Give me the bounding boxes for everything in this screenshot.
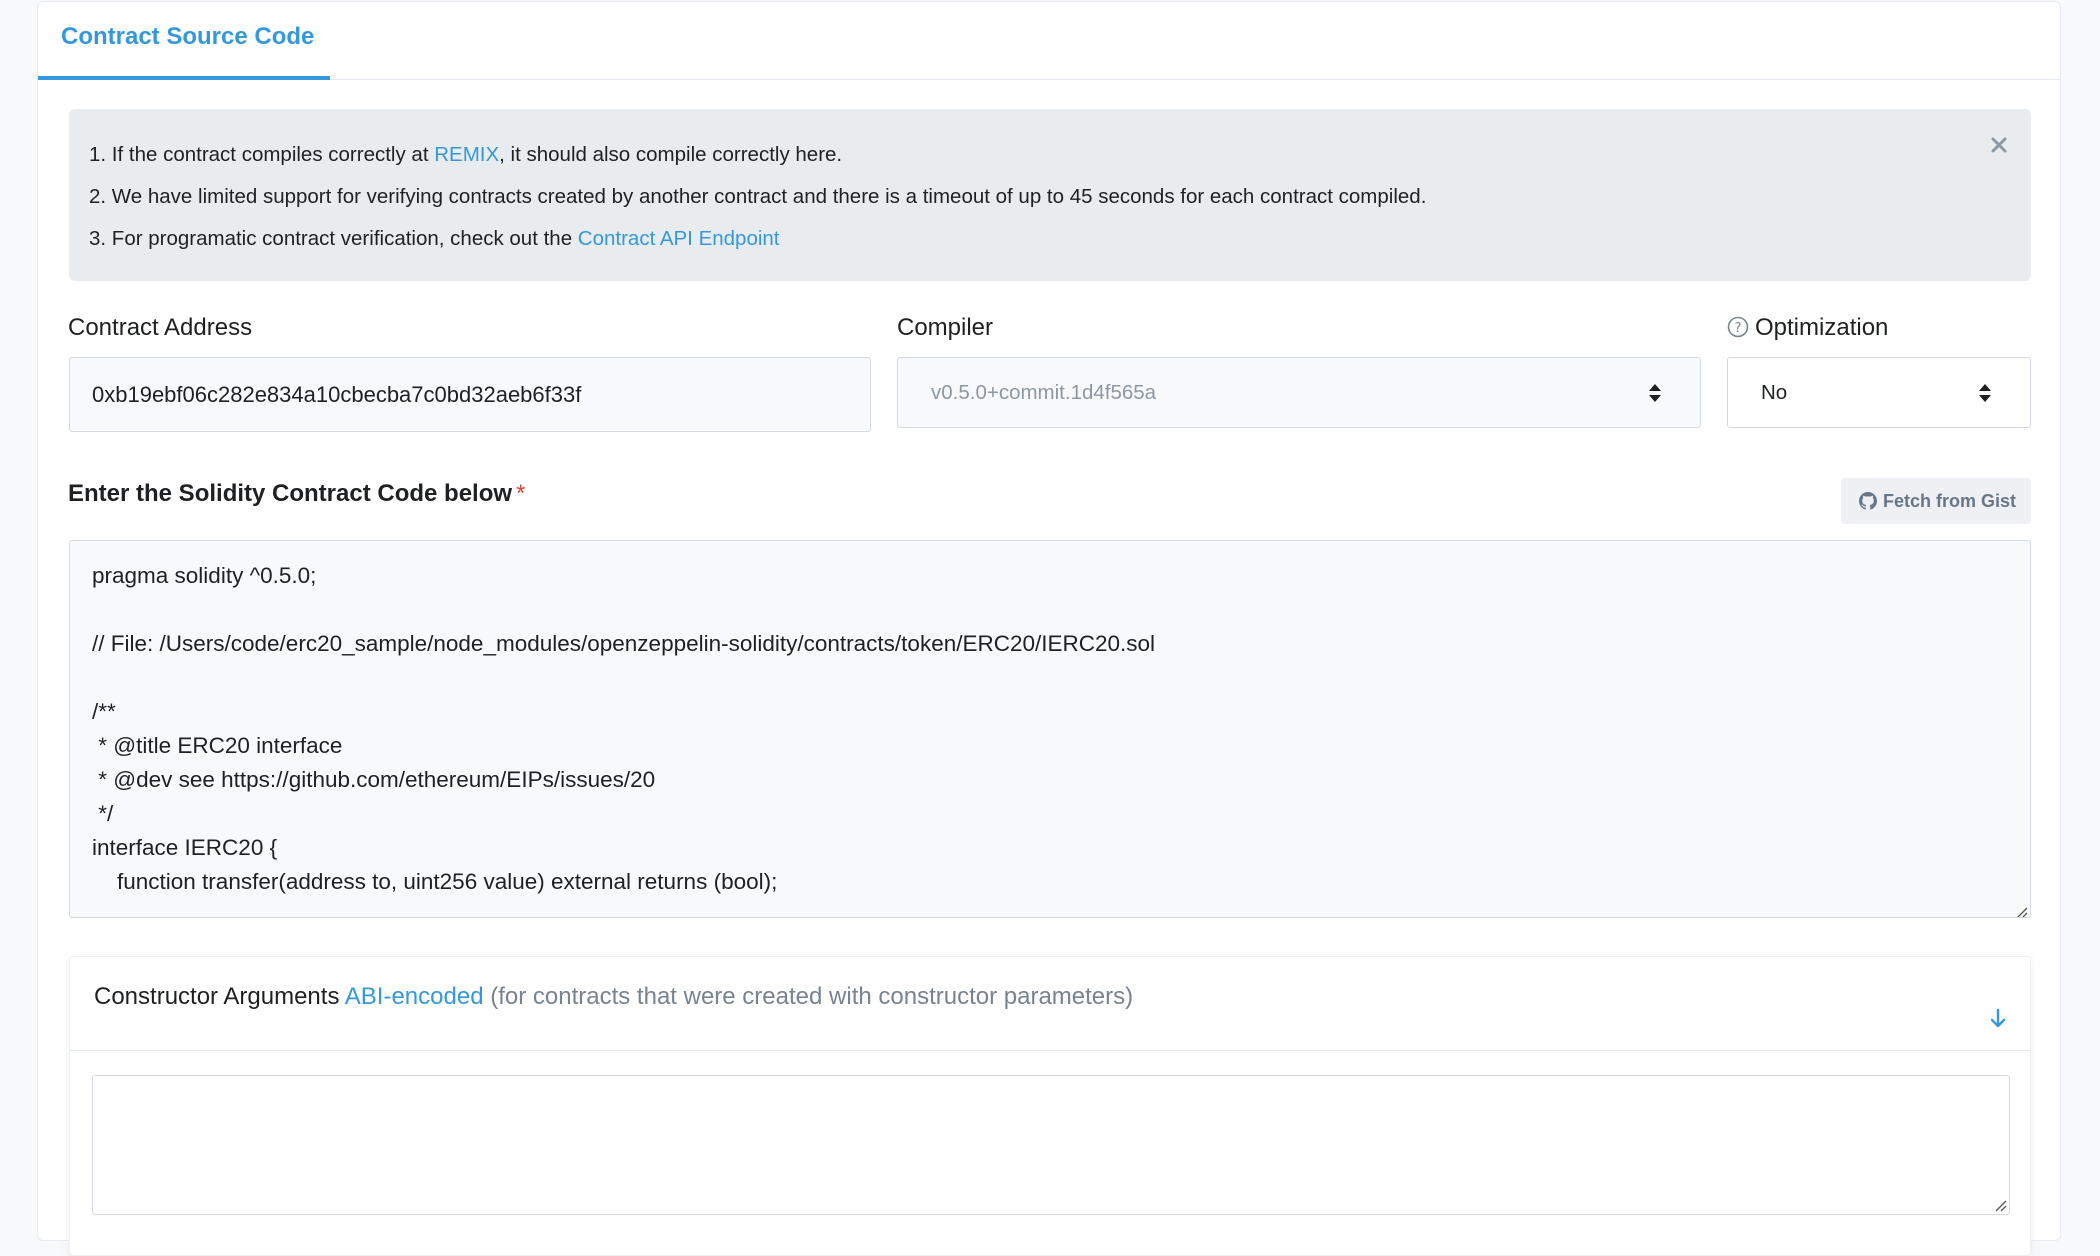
- alert-line-3: 3. For programatic contract verification…: [89, 227, 780, 250]
- code-line: // File: /Users/code/erc20_sample/node_m…: [92, 631, 1156, 656]
- contract-address-label: Contract Address: [68, 314, 253, 341]
- svg-text:?: ?: [1735, 321, 1742, 336]
- optimization-label: ? Optimization: [1727, 314, 1888, 345]
- required-mark: *: [516, 480, 526, 507]
- code-line: * @title ERC20 interface: [92, 733, 343, 758]
- code-line: function transfer(address to, uint256 va…: [92, 869, 778, 894]
- compiler-select[interactable]: v0.5.0+commit.1d4f565a: [897, 357, 1701, 428]
- info-alert: 1. If the contract compiles correctly at…: [69, 109, 2031, 281]
- compiler-value: v0.5.0+commit.1d4f565a: [931, 381, 1157, 404]
- code-line: /**: [92, 699, 116, 724]
- fetch-from-gist-button[interactable]: Fetch from Gist: [1841, 478, 2031, 524]
- alert-line-1: 1. If the contract compiles correctly at…: [89, 143, 843, 166]
- code-line: */: [92, 801, 114, 826]
- tab-bar: Contract Source Code: [38, 2, 2060, 80]
- optimization-select[interactable]: No: [1727, 357, 2031, 428]
- code-line: pragma solidity ^0.5.0;: [92, 563, 317, 588]
- resize-grip-icon[interactable]: [2012, 899, 2028, 917]
- abi-encoded-link[interactable]: ABI-encoded: [345, 983, 484, 1010]
- code-line: interface IERC20 {: [92, 835, 278, 860]
- compiler-label: Compiler: [897, 314, 994, 341]
- alert-line-2: 2. We have limited support for verifying…: [89, 185, 1427, 208]
- optimization-value: No: [1761, 381, 1788, 404]
- contract-address-input[interactable]: 0xb19ebf06c282e834a10cbecba7c0bd32aeb6f3…: [69, 357, 871, 432]
- select-arrows-icon: [1648, 382, 1662, 404]
- contract-address-value: 0xb19ebf06c282e834a10cbecba7c0bd32aeb6f3…: [92, 382, 582, 407]
- contract-api-endpoint-link[interactable]: Contract API Endpoint: [578, 227, 780, 250]
- close-icon[interactable]: [1987, 133, 2011, 157]
- constructor-arguments-textarea[interactable]: [92, 1075, 2010, 1215]
- code-section-title: Enter the Solidity Contract Code below *: [68, 480, 526, 507]
- solidity-code-textarea[interactable]: pragma solidity ^0.5.0; // File: /Users/…: [69, 540, 2031, 918]
- code-line: * @dev see https://github.com/ethereum/E…: [92, 767, 656, 792]
- constructor-arguments-header[interactable]: Constructor Arguments ABI-encoded (for c…: [70, 957, 2030, 1051]
- arrow-down-icon[interactable]: [1988, 985, 2008, 1028]
- resize-grip-icon[interactable]: [1991, 1196, 2007, 1212]
- github-icon: [1859, 492, 1877, 510]
- contract-source-card: Contract Source Code 1. If the contract …: [37, 1, 2061, 1256]
- select-arrows-icon: [1978, 382, 1992, 404]
- tab-contract-source-code[interactable]: Contract Source Code: [38, 2, 330, 80]
- remix-link[interactable]: REMIX: [434, 143, 499, 166]
- constructor-arguments-card: Constructor Arguments ABI-encoded (for c…: [69, 956, 2031, 1256]
- help-circle-icon[interactable]: ?: [1727, 316, 1749, 345]
